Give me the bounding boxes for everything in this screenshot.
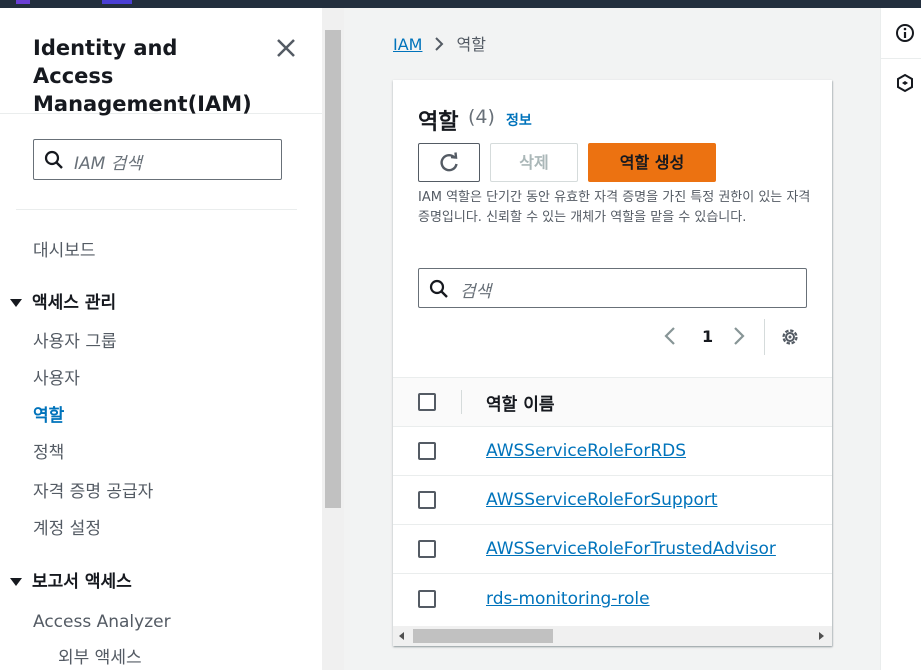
breadcrumb-iam-link[interactable]: IAM <box>393 35 422 54</box>
column-divider <box>461 390 462 414</box>
close-icon[interactable] <box>274 36 298 60</box>
sidebar: Identity and Access Management(IAM) IAM … <box>0 8 322 670</box>
row-checkbox[interactable] <box>418 540 436 558</box>
sidebar-search-input[interactable]: IAM 검색 <box>33 139 282 180</box>
table-row: rds-monitoring-role <box>393 575 832 624</box>
refresh-button[interactable] <box>418 143 480 182</box>
table-row: AWSServiceRoleForRDS <box>393 427 832 476</box>
scroll-right-arrow-icon[interactable] <box>819 632 824 640</box>
top-bar-accent <box>16 0 30 4</box>
breadcrumb-current: 역할 <box>456 35 486 54</box>
roles-count: (4) <box>468 106 495 128</box>
roles-search-input[interactable]: 검색 <box>418 268 807 308</box>
nav-policies[interactable]: 정책 <box>33 442 64 464</box>
column-header-role-name[interactable]: 역할 이름 <box>486 390 554 415</box>
nav-access-analyzer[interactable]: Access Analyzer <box>33 611 171 633</box>
rail-divider <box>881 58 921 59</box>
nav-section-access-reports[interactable]: 보고서 액세스 <box>10 571 132 593</box>
nav-user-groups[interactable]: 사용자 그룹 <box>33 331 117 353</box>
right-rail <box>880 8 921 670</box>
nav-section-access-management[interactable]: 액세스 관리 <box>10 292 116 314</box>
roles-description: IAM 역할은 단기간 동안 유효한 자격 증명을 가진 특정 권한이 있는 자… <box>418 190 811 225</box>
hexagon-icon[interactable] <box>895 73 915 97</box>
scrollbar-thumb[interactable] <box>325 30 341 508</box>
role-name-link[interactable]: AWSServiceRoleForRDS <box>486 441 686 461</box>
chevron-right-icon[interactable] <box>732 326 746 350</box>
nav-identity-providers[interactable]: 자격 증명 공급자 <box>33 481 153 503</box>
search-icon <box>44 150 64 174</box>
delete-button[interactable]: 삭제 <box>490 143 578 182</box>
top-bar-accent <box>102 0 132 4</box>
page-number[interactable]: 1 <box>702 327 713 346</box>
info-icon[interactable] <box>895 23 915 47</box>
roles-panel: 역할 (4) 정보 삭제 역할 생성 IAM 역할은 단기간 동안 유효한 자격… <box>393 80 832 646</box>
nav-account-settings[interactable]: 계정 설정 <box>33 518 101 540</box>
select-all-checkbox[interactable] <box>418 393 436 411</box>
page-title: 역할 <box>418 110 459 135</box>
chevron-left-icon[interactable] <box>663 326 677 350</box>
caret-down-icon <box>10 299 22 307</box>
refresh-icon <box>440 152 458 172</box>
caret-down-icon <box>10 578 22 586</box>
create-role-button[interactable]: 역할 생성 <box>588 143 716 182</box>
table-horizontal-scrollbar[interactable] <box>393 626 832 646</box>
search-icon <box>429 279 449 303</box>
scrollbar-thumb[interactable] <box>413 629 553 643</box>
roles-search-placeholder: 검색 <box>460 282 492 302</box>
sidebar-scrollbar[interactable] <box>322 8 344 670</box>
sidebar-search-placeholder: IAM 검색 <box>74 154 142 174</box>
breadcrumb: IAM 역할 <box>393 34 486 57</box>
sidebar-divider <box>16 209 297 210</box>
role-name-link[interactable]: rds-monitoring-role <box>486 589 650 609</box>
pager-divider <box>764 319 765 355</box>
chevron-right-icon <box>434 35 444 57</box>
row-checkbox[interactable] <box>418 491 436 509</box>
nav-section-label: 보고서 액세스 <box>32 572 132 592</box>
table-row: AWSServiceRoleForSupport <box>393 476 832 525</box>
table-header: 역할 이름 <box>393 377 832 427</box>
row-checkbox[interactable] <box>418 442 436 460</box>
role-name-link[interactable]: AWSServiceRoleForTrustedAdvisor <box>486 539 776 559</box>
gear-icon[interactable] <box>780 327 800 351</box>
sidebar-title: Identity and Access Management(IAM) <box>33 36 252 116</box>
console-top-bar <box>0 0 921 8</box>
nav-roles[interactable]: 역할 <box>33 405 64 427</box>
row-checkbox[interactable] <box>418 590 436 608</box>
role-name-link[interactable]: AWSServiceRoleForSupport <box>486 490 718 510</box>
scroll-left-arrow-icon[interactable] <box>399 632 404 640</box>
nav-section-label: 액세스 관리 <box>32 293 117 313</box>
sidebar-header: Identity and Access Management(IAM) <box>0 8 322 116</box>
nav-users[interactable]: 사용자 <box>33 368 80 390</box>
nav-dashboard[interactable]: 대시보드 <box>33 240 96 262</box>
table-row: AWSServiceRoleForTrustedAdvisor <box>393 525 832 574</box>
info-link[interactable]: 정보 <box>506 110 532 130</box>
nav-external-access[interactable]: 외부 액세스 <box>58 647 142 669</box>
